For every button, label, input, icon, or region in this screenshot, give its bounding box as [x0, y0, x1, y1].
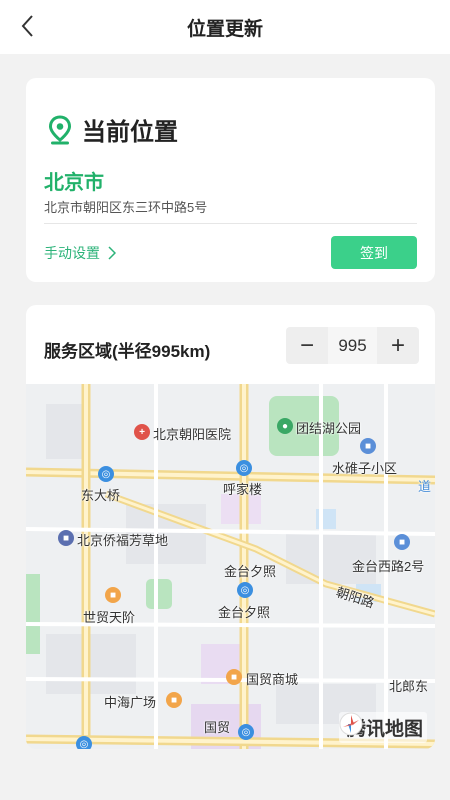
service-area-card: 服务区域(半径995km) − 995 + + 北京朝阳医院 ● 团结湖公园 ■…: [26, 305, 435, 749]
building-icon: ■: [360, 438, 376, 454]
building-icon: ■: [58, 530, 74, 546]
compass-icon: [339, 712, 363, 736]
radius-value[interactable]: 995: [328, 327, 377, 364]
chevron-right-icon: [108, 246, 116, 260]
chevron-left-icon: [21, 15, 33, 37]
divider: [44, 223, 417, 224]
map-label-guomao: 国贸: [204, 720, 231, 735]
location-title: 当前位置: [82, 119, 178, 146]
map-label-beilang: 北郎东: [389, 679, 429, 694]
back-button[interactable]: [14, 12, 42, 40]
address-text: 北京市朝阳区东三环中路5号: [44, 200, 208, 215]
map-label-hospital: 北京朝阳医院: [153, 427, 232, 442]
building-icon: ■: [394, 534, 410, 550]
map-label-shimaotianjie: 世贸天阶: [83, 610, 136, 625]
decrease-button[interactable]: −: [286, 327, 328, 364]
map-label-overseas: 北京侨福芳草地: [77, 533, 169, 548]
radius-stepper: − 995 +: [286, 327, 419, 364]
map-label-hujialou: 呼家楼: [223, 482, 263, 497]
map-label-jintaixilu: 金台西路2号: [352, 559, 425, 574]
map-label-dongdaqiao: 东大桥: [81, 488, 121, 503]
manual-setting-link[interactable]: 手动设置: [44, 243, 116, 263]
shopping-icon: ■: [105, 587, 121, 603]
subway-icon: ◎: [236, 460, 252, 476]
shopping-icon: ■: [226, 669, 242, 685]
subway-icon: ◎: [238, 724, 254, 740]
map-view[interactable]: + 北京朝阳医院 ● 团结湖公园 ■ 水碓子小区 道 ◎ 东大桥 ◎ 呼家楼 ■…: [26, 384, 435, 749]
page-title: 位置更新: [186, 18, 263, 40]
map-label-zhonghai: 中海广场: [104, 695, 157, 710]
location-header: 当前位置: [48, 112, 178, 147]
map-label-shuiduizi: 水碓子小区: [332, 461, 398, 476]
map-label-dao: 道: [418, 479, 432, 494]
map-label-guomao-mall: 国贸商城: [246, 672, 299, 687]
current-location-card: 当前位置 北京市 北京市朝阳区东三环中路5号 手动设置 签到: [26, 78, 435, 282]
map-label-jintaixizhao-1: 金台夕照: [224, 564, 277, 579]
location-pin-icon: [48, 114, 72, 144]
hospital-icon: +: [134, 424, 150, 440]
top-bar: 位置更新: [0, 0, 450, 54]
service-area-label: 服务区域(半径995km): [44, 342, 211, 361]
manual-setting-label: 手动设置: [44, 245, 100, 261]
map-label-park: 团结湖公园: [296, 421, 362, 436]
subway-icon: ◎: [98, 466, 114, 482]
shopping-icon: ■: [166, 692, 182, 708]
increase-button[interactable]: +: [377, 327, 419, 364]
map-label-jintaixizhao-2: 金台夕照: [218, 605, 271, 620]
subway-icon: ◎: [237, 582, 253, 598]
park-icon: ●: [277, 418, 293, 434]
map-logo: 腾讯地图: [338, 712, 427, 743]
city-name: 北京市: [44, 172, 104, 194]
checkin-button[interactable]: 签到: [331, 236, 417, 269]
subway-icon: ◎: [76, 736, 92, 749]
